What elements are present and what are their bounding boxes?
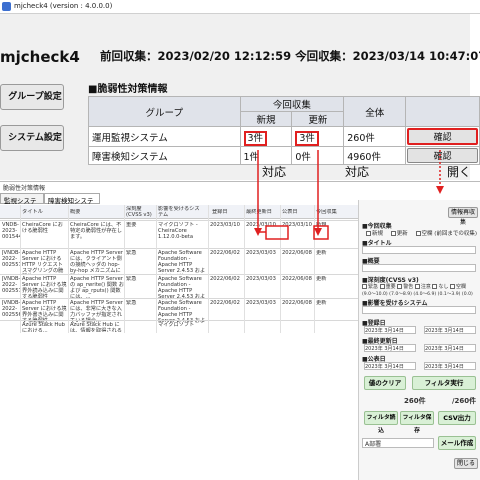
filter-run-button[interactable]: フィルタ実行 — [412, 376, 476, 390]
checkbox-blank[interactable] — [415, 231, 421, 236]
title-input[interactable] — [362, 246, 476, 254]
filter-save-button[interactable]: フィルタ保存 — [400, 411, 434, 434]
registered-from[interactable]: 2023年 3月14日 — [364, 326, 416, 334]
clear-button[interactable]: 値のクリア — [364, 376, 406, 390]
filtered-count: 260件 — [404, 397, 426, 405]
checkbox-important[interactable] — [379, 284, 385, 289]
checkbox-blank-sev[interactable] — [450, 284, 456, 289]
checkbox-new[interactable] — [366, 231, 371, 236]
updated-to[interactable]: 2023年 3月14日 — [424, 344, 476, 352]
summary-input[interactable] — [362, 264, 476, 272]
total-count: /260件 — [452, 397, 477, 405]
close-button[interactable]: 閉じる — [454, 458, 478, 469]
registered-to[interactable]: 2023年 3月14日 — [424, 326, 476, 334]
published-from[interactable]: 2023年 3月14日 — [364, 362, 416, 370]
create-mail-button[interactable]: メール作成 — [438, 436, 476, 450]
checkbox-critical[interactable] — [362, 284, 367, 289]
checkbox-caution[interactable] — [414, 284, 420, 289]
filter-load-button[interactable]: フィルタ読込 — [364, 411, 398, 434]
severity-checkboxes: 緊急 重要 警告 注意 なし 空欄 — [362, 283, 466, 290]
refetch-button[interactable]: 情報再収集 — [448, 207, 478, 226]
checkbox-none[interactable] — [432, 284, 438, 289]
published-to[interactable]: 2023年 3月14日 — [424, 362, 476, 370]
checkbox-update[interactable] — [390, 231, 396, 236]
updated-from[interactable]: 2023年 3月14日 — [364, 344, 416, 352]
department-select[interactable]: A部署 — [362, 438, 434, 448]
csv-export-button[interactable]: CSV出力 — [438, 411, 476, 425]
status-checkboxes: 新規 更新 空欄 (前回までの収集) — [366, 229, 477, 237]
severity-ranges: (9.0〜10.0) (7.0〜8.9) (4.0〜6.9) (0.1〜3.9)… — [362, 292, 473, 297]
checkbox-warning[interactable] — [397, 284, 403, 289]
systems-input[interactable] — [362, 306, 476, 314]
